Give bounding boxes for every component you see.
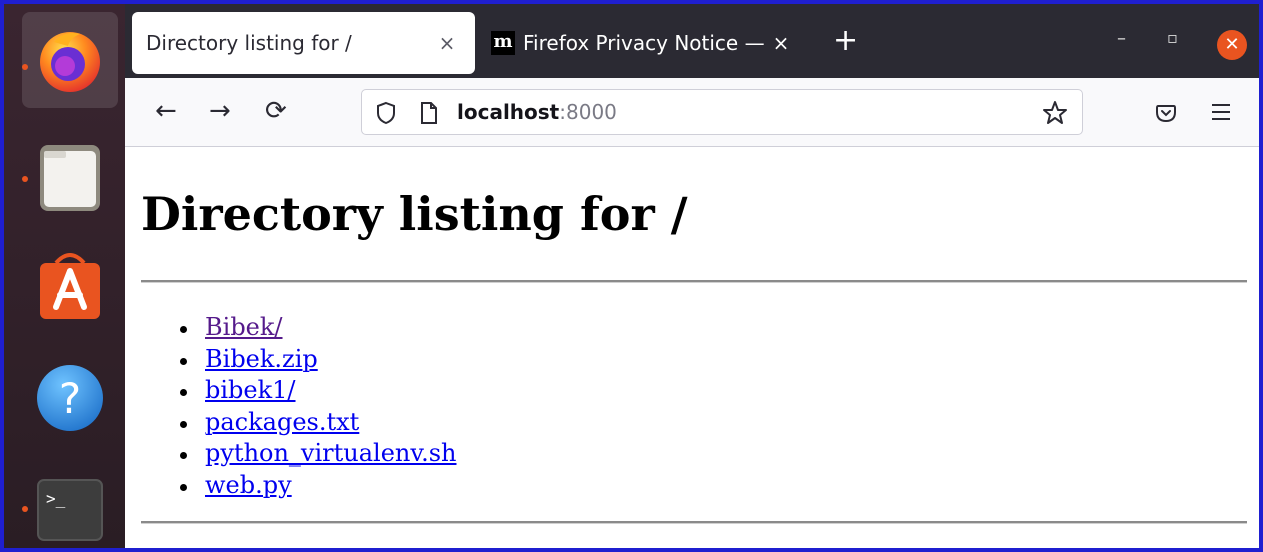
hamburger-menu-icon[interactable]	[1211, 103, 1231, 121]
page-heading: Directory listing for /	[141, 187, 688, 241]
url-host: localhost	[457, 100, 560, 124]
tab-directory-listing[interactable]: Directory listing for / ×	[132, 12, 475, 74]
divider-top	[141, 280, 1247, 283]
ubuntu-dock: ? >_	[4, 4, 125, 548]
file-list: Bibek/ Bibek.zip bibek1/ packages.txt py…	[180, 312, 457, 501]
url-text[interactable]: localhost:8000	[457, 100, 617, 124]
restore-icon[interactable]: ▫	[1167, 28, 1178, 47]
file-link-packages-txt[interactable]: packages.txt	[205, 408, 359, 436]
tab-close-icon[interactable]: ×	[433, 31, 461, 55]
running-indicator	[22, 176, 28, 182]
mozilla-favicon-icon: m	[491, 31, 515, 55]
list-item: Bibek.zip	[180, 344, 457, 376]
divider-bottom	[141, 521, 1247, 524]
firefox-window: Directory listing for / × m Firefox Priv…	[125, 4, 1259, 548]
bookmark-star-icon[interactable]	[1042, 100, 1068, 126]
url-port: :8000	[559, 100, 617, 124]
help-glyph: ?	[59, 374, 81, 423]
file-link-bibek-dir[interactable]: Bibek/	[205, 313, 283, 341]
forward-icon[interactable]: →	[209, 96, 231, 126]
app-center-icon[interactable]	[34, 249, 106, 321]
tab-privacy-notice[interactable]: m Firefox Privacy Notice — ×	[477, 12, 809, 74]
reload-icon[interactable]: ⟳	[265, 96, 287, 126]
list-item: python_virtualenv.sh	[180, 438, 457, 470]
window-close-icon[interactable]: ✕	[1217, 30, 1247, 60]
shield-icon[interactable]	[376, 101, 396, 125]
tab-title: Directory listing for /	[146, 31, 352, 55]
url-bar[interactable]: localhost:8000	[361, 89, 1083, 135]
list-item: web.py	[180, 470, 457, 502]
files-icon[interactable]	[34, 141, 106, 213]
running-indicator	[22, 506, 28, 512]
file-link-python-virtualenv-sh[interactable]: python_virtualenv.sh	[205, 439, 457, 467]
navigation-toolbar: ← → ⟳ localhost:8000	[125, 78, 1259, 147]
running-indicator	[22, 64, 28, 70]
file-link-bibek-zip[interactable]: Bibek.zip	[205, 345, 318, 373]
list-item: Bibek/	[180, 312, 457, 344]
list-item: packages.txt	[180, 407, 457, 439]
screenshot-frame: ? >_ Directory listing for / × m Firefox…	[0, 0, 1263, 552]
back-icon[interactable]: ←	[155, 96, 177, 126]
tab-title: Firefox Privacy Notice —	[523, 31, 765, 55]
tab-close-icon[interactable]: ×	[767, 31, 795, 55]
page-icon[interactable]	[420, 101, 438, 125]
terminal-glyph: >_	[46, 489, 66, 508]
minimize-icon[interactable]: –	[1117, 28, 1126, 49]
terminal-icon[interactable]: >_	[34, 476, 106, 548]
tab-bar: Directory listing for / × m Firefox Priv…	[125, 4, 1259, 78]
pocket-icon[interactable]	[1155, 102, 1177, 124]
file-link-web-py[interactable]: web.py	[205, 471, 292, 499]
page-content: Directory listing for / Bibek/ Bibek.zip…	[125, 147, 1259, 548]
list-item: bibek1/	[180, 375, 457, 407]
file-link-bibek1-dir[interactable]: bibek1/	[205, 376, 296, 404]
new-tab-button[interactable]: +	[833, 26, 858, 56]
firefox-icon[interactable]	[34, 24, 106, 96]
help-icon[interactable]: ?	[34, 362, 106, 434]
